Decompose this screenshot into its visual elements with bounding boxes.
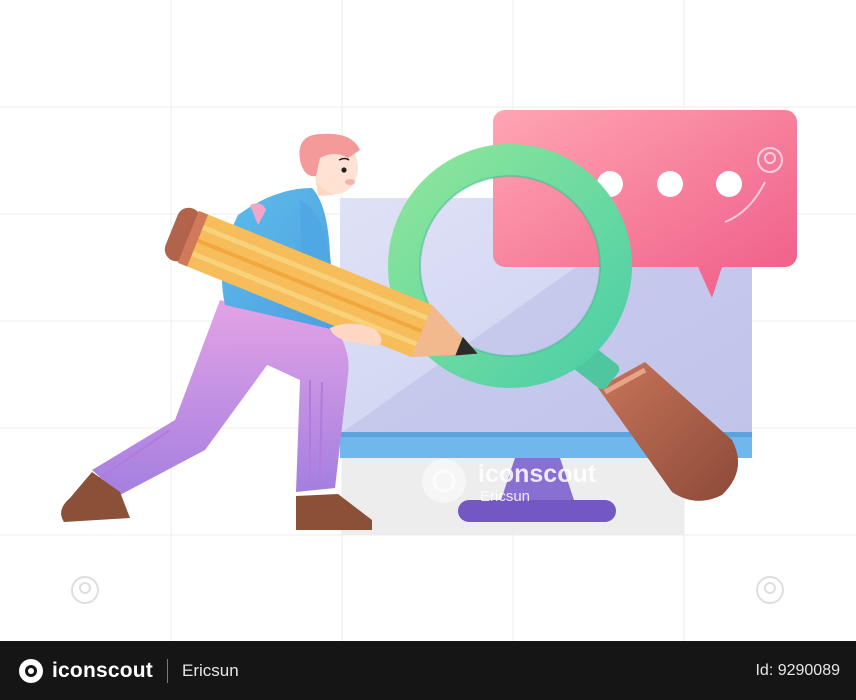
bubble-dot — [657, 171, 683, 197]
search-watermark-icon — [756, 576, 784, 604]
footer-separator — [166, 658, 168, 683]
iconscout-logo-icon — [19, 658, 43, 683]
footer-brand-name: iconscout — [52, 658, 153, 682]
footer-asset-id: Id: 9290089 — [755, 661, 840, 679]
watermark-author: Ericsun — [480, 488, 530, 505]
search-watermark-icon — [71, 576, 99, 604]
illustration-canvas: iconscout Ericsun — [0, 0, 856, 641]
footer-brand[interactable]: iconscout — [18, 658, 153, 684]
bubble-dot — [716, 171, 742, 197]
watermark-brand: iconscout — [478, 460, 597, 488]
footer-author[interactable]: Ericsun — [182, 661, 239, 681]
footer-bar: iconscout Ericsun Id: 9290089 — [0, 641, 856, 700]
